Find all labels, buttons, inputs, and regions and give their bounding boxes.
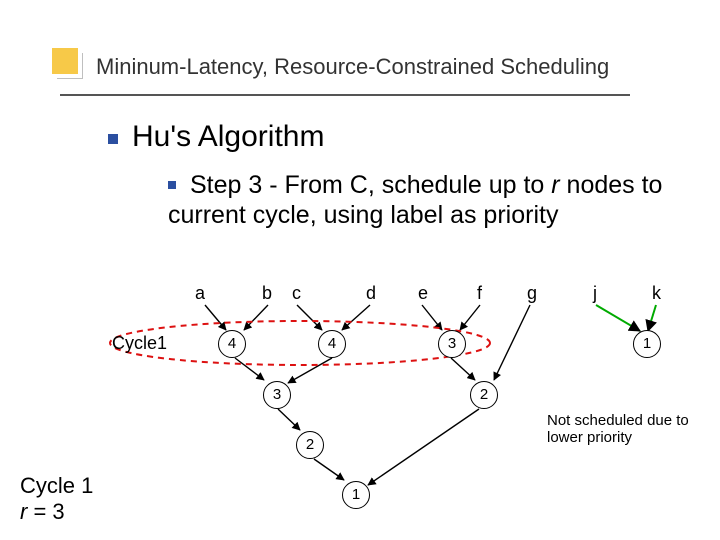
label-b: b: [262, 283, 272, 304]
bullet-icon: [108, 134, 118, 144]
accent-block: [52, 48, 78, 74]
footer-cycle-label: Cycle 1: [20, 473, 93, 498]
step-text-r: r: [551, 171, 559, 199]
label-j: j: [593, 283, 597, 304]
node-1-bottom: 1: [342, 481, 370, 509]
node-4-right: 4: [318, 330, 346, 358]
heading-text: Hu's Algorithm: [132, 120, 324, 153]
node-1-right: 1: [633, 330, 661, 358]
step-description: Step 3 - From C, schedule up to r nodes …: [168, 170, 690, 230]
cycle1-ring-label: Cycle1: [112, 333, 167, 354]
not-scheduled-note: Not scheduled due to lower priority: [547, 412, 692, 447]
bullet-icon: [168, 181, 176, 189]
node-3-left: 3: [263, 381, 291, 409]
node-4-left: 4: [218, 330, 246, 358]
title-underline: [60, 94, 630, 96]
heading-algorithm: Hu's Algorithm: [108, 120, 324, 154]
label-e: e: [418, 283, 428, 304]
footer-params: Cycle 1 r = 3: [20, 473, 93, 524]
label-k: k: [652, 283, 661, 304]
graph-diagram: a b c d e f g j k Cycle1 4 4 3 1 3 2 2 1: [0, 275, 720, 540]
node-2-right: 2: [470, 381, 498, 409]
label-d: d: [366, 283, 376, 304]
label-f: f: [477, 283, 482, 304]
label-a: a: [195, 283, 205, 304]
label-g: g: [527, 283, 537, 304]
node-3-right: 3: [438, 330, 466, 358]
footer-r-value: = 3: [27, 499, 64, 524]
node-2-left: 2: [296, 431, 324, 459]
page-title: Mininum-Latency, Resource-Constrained Sc…: [96, 54, 609, 80]
label-c: c: [292, 283, 301, 304]
step-text-pre: Step 3 - From C, schedule up to: [190, 171, 551, 199]
